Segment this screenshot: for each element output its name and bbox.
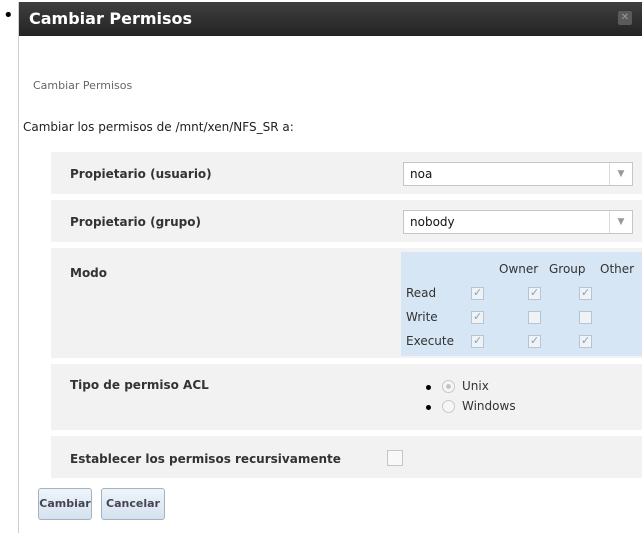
execute-other-checkbox[interactable]: [579, 334, 592, 348]
write-owner-checkbox[interactable]: [471, 310, 484, 324]
list-bullet: •: [3, 5, 14, 26]
list-bullet: [426, 385, 431, 390]
recursive-row: Establecer los permisos recursivamente: [51, 436, 642, 478]
mode-row-read: Read: [406, 286, 437, 300]
write-group-checkbox[interactable]: [528, 311, 541, 324]
owner-user-label: Propietario (usuario): [70, 167, 212, 181]
windows-label: Windows: [462, 399, 516, 413]
acl-label: Tipo de permiso ACL: [70, 378, 209, 392]
mode-row: Modo Owner Group Other Read Write Execut…: [51, 248, 642, 358]
write-other-checkbox[interactable]: [579, 311, 592, 324]
apply-button[interactable]: Cambiar: [38, 488, 92, 520]
owner-user-value: noa: [410, 167, 433, 181]
mode-label: Modo: [70, 266, 108, 280]
chevron-down-icon[interactable]: ▼: [609, 163, 632, 185]
owner-group-row: Propietario (grupo) nobody ▼: [51, 200, 642, 242]
cancel-button[interactable]: Cancelar: [101, 488, 165, 520]
read-other-checkbox[interactable]: [579, 286, 592, 300]
recursive-label: Establecer los permisos recursivamente: [70, 452, 341, 466]
recursive-checkbox[interactable]: [387, 450, 403, 466]
dialog-titlebar: Cambiar Permisos ✕: [19, 2, 642, 36]
owner-group-value: nobody: [410, 215, 455, 229]
dialog-subtitle: Cambiar Permisos: [33, 79, 133, 92]
intro-text: Cambiar los permisos de /mnt/xen/NFS_SR …: [23, 120, 294, 134]
owner-group-label: Propietario (grupo): [70, 215, 201, 229]
close-icon[interactable]: ✕: [618, 11, 632, 25]
mode-col-other: Other: [600, 262, 635, 276]
read-owner-checkbox[interactable]: [471, 286, 484, 300]
list-bullet: [426, 405, 431, 410]
execute-owner-checkbox[interactable]: [471, 334, 484, 348]
mode-row-execute: Execute: [406, 334, 454, 348]
unix-radio[interactable]: [442, 380, 455, 393]
dialog-title: Cambiar Permisos: [29, 9, 193, 28]
acl-row: Tipo de permiso ACL Unix Windows: [51, 364, 642, 430]
execute-group-checkbox[interactable]: [528, 334, 541, 348]
owner-user-row: Propietario (usuario) noa ▼: [51, 152, 642, 194]
mode-row-write: Write: [406, 310, 438, 324]
owner-user-select[interactable]: noa ▼: [403, 162, 633, 186]
mode-panel: Owner Group Other Read Write Execute: [401, 252, 642, 356]
mode-col-owner: Owner: [499, 262, 539, 276]
mode-col-group: Group: [549, 262, 586, 276]
owner-group-select[interactable]: nobody ▼: [403, 210, 633, 234]
chevron-down-icon[interactable]: ▼: [609, 211, 632, 233]
dialog: Cambiar Permisos ✕ Cambiar Permisos Camb…: [18, 2, 642, 533]
unix-label: Unix: [462, 379, 489, 393]
read-group-checkbox[interactable]: [528, 286, 541, 300]
windows-radio[interactable]: [442, 400, 455, 413]
